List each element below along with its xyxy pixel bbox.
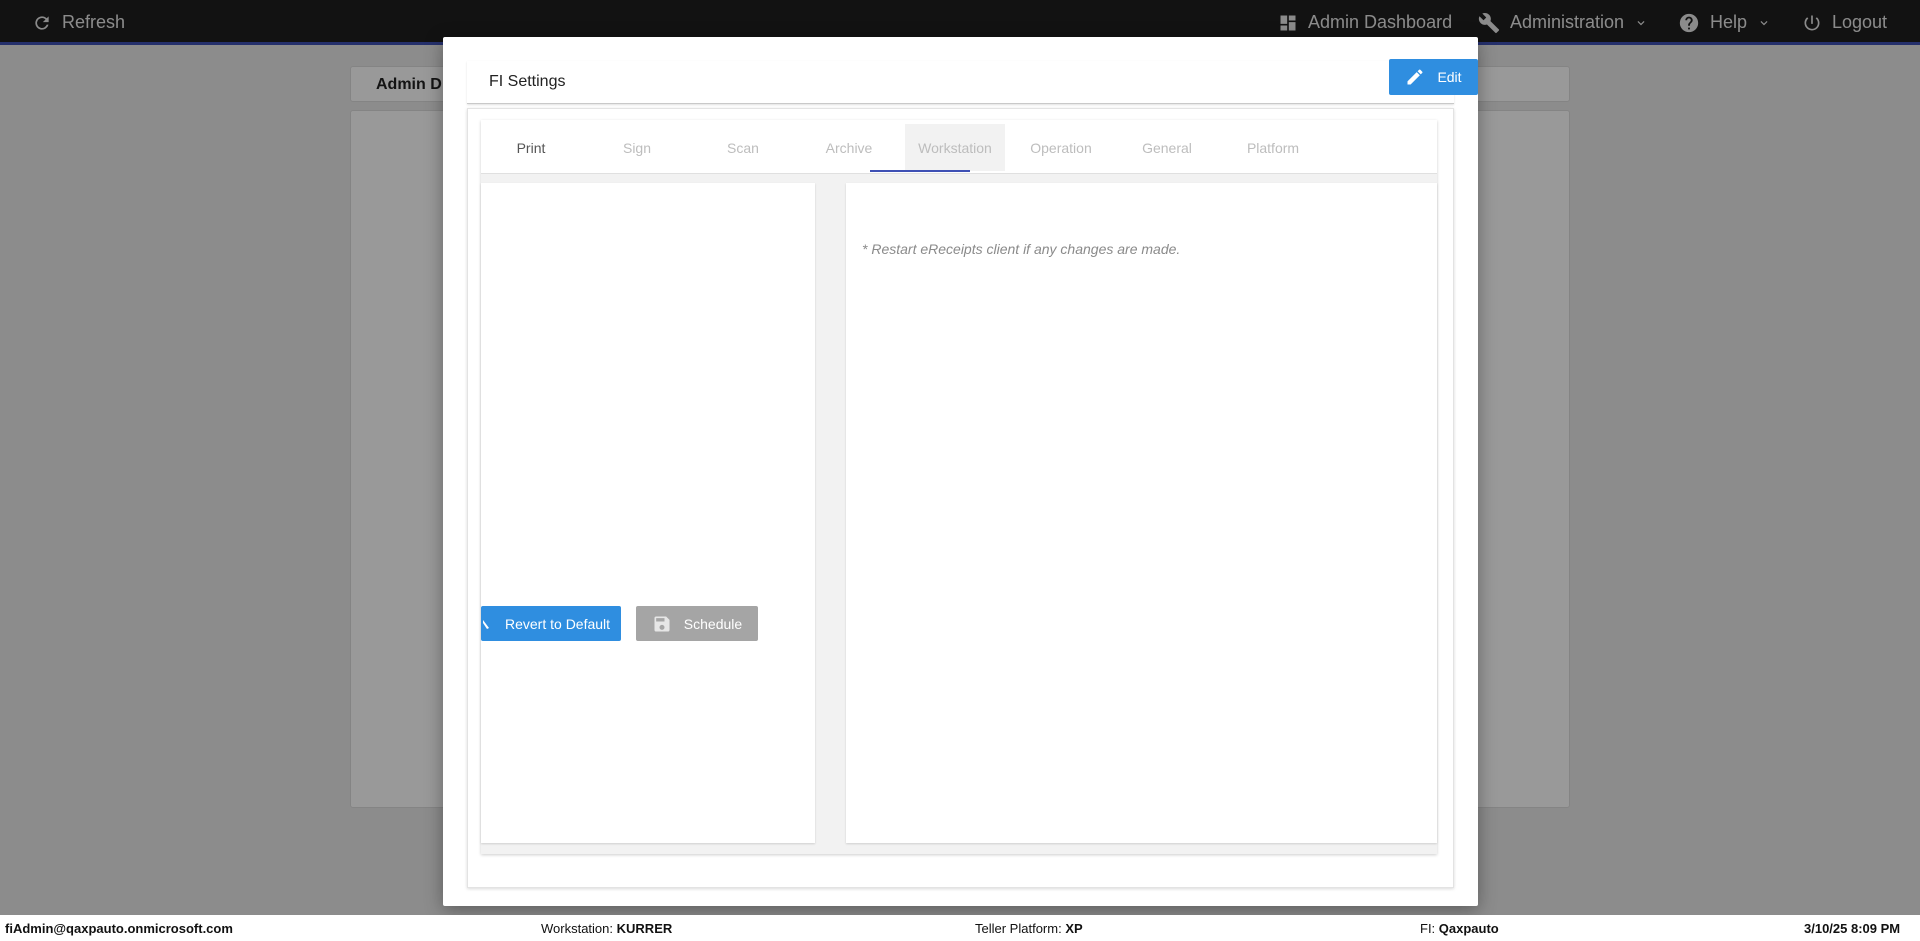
settings-panel: Print Sign Scan Archive Workstation Oper… xyxy=(467,108,1454,888)
restart-note: * Restart eReceipts client if any change… xyxy=(862,241,1181,257)
schedule-button[interactable]: Schedule xyxy=(636,606,758,641)
tab-scan-label: Scan xyxy=(727,139,759,156)
status-bar: fiAdmin@qaxpauto.onmicrosoft.com Worksta… xyxy=(0,915,1920,941)
left-pane: Revert to Default Schedule xyxy=(481,183,815,843)
save-icon xyxy=(654,616,670,631)
platform-label: Teller Platform: xyxy=(975,921,1062,936)
pencil-icon xyxy=(1407,69,1423,85)
fi-label: FI: xyxy=(1420,921,1436,936)
tab-sign-label: Sign xyxy=(622,139,652,156)
platform-value: XP xyxy=(1065,921,1083,936)
edit-label: Edit xyxy=(1437,69,1462,85)
tab-print[interactable]: Print xyxy=(481,124,581,171)
tab-archive-label: Archive xyxy=(825,139,873,156)
tab-operation-label: Operation xyxy=(1030,139,1092,156)
dialog-title: FI Settings xyxy=(489,73,566,90)
undo-icon xyxy=(483,619,489,629)
tab-platform-label: Platform xyxy=(1246,139,1300,156)
edit-button[interactable]: Edit xyxy=(1389,59,1478,95)
workstation-value: KURRER xyxy=(616,921,673,936)
tab-print-label: Print xyxy=(516,139,546,156)
user-value: fiAdmin@qaxpauto.onmicrosoft.com xyxy=(5,921,233,936)
tab-general[interactable]: General xyxy=(1117,124,1217,171)
right-pane: * Restart eReceipts client if any change… xyxy=(846,183,1437,843)
revert-label: Revert to Default xyxy=(505,615,611,632)
revert-to-default-button[interactable]: Revert to Default xyxy=(481,606,621,641)
settings-tabs: Print Sign Scan Archive Workstation Oper… xyxy=(481,120,1437,174)
schedule-label: Schedule xyxy=(683,615,743,632)
status-workstation: Workstation: KURRER xyxy=(541,921,672,936)
tab-platform[interactable]: Platform xyxy=(1223,124,1323,171)
status-platform: Teller Platform: XP xyxy=(975,921,1083,936)
tab-general-label: General xyxy=(1142,139,1192,156)
fi-settings-dialog: FI Settings Edit Print Sign Scan Archive… xyxy=(443,37,1478,906)
tab-workstation-label: Workstation xyxy=(918,139,992,156)
tab-operation[interactable]: Operation xyxy=(1011,124,1111,171)
status-fi: FI: Qaxpauto xyxy=(1420,921,1499,936)
settings-inner: Print Sign Scan Archive Workstation Oper… xyxy=(481,120,1437,854)
tab-sign[interactable]: Sign xyxy=(587,124,687,171)
status-datetime: 3/10/25 8:09 PM xyxy=(1804,921,1900,936)
active-tab-indicator xyxy=(870,170,970,172)
tab-archive[interactable]: Archive xyxy=(799,124,899,171)
datetime-value: 3/10/25 8:09 PM xyxy=(1804,921,1901,936)
tab-workstation[interactable]: Workstation xyxy=(905,124,1005,171)
workstation-label: Workstation: xyxy=(541,921,614,936)
dialog-header: FI Settings xyxy=(467,61,1454,104)
fi-value: Qaxpauto xyxy=(1438,921,1499,936)
status-user: fiAdmin@qaxpauto.onmicrosoft.com xyxy=(5,921,233,936)
tab-scan[interactable]: Scan xyxy=(693,124,793,171)
